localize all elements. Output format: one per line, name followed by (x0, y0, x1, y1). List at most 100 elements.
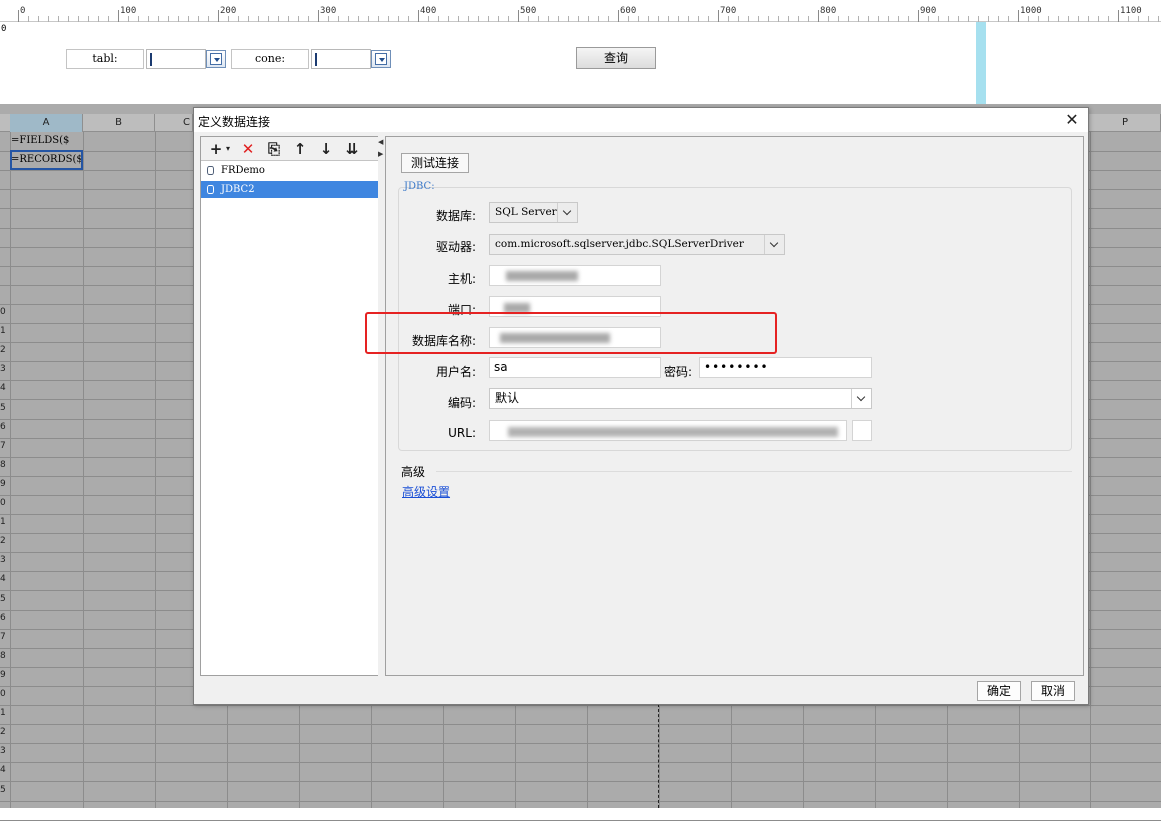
grid-row-line (0, 705, 1161, 706)
grid-row-line (0, 724, 1161, 726)
vertical-ruler: 0 (0, 22, 12, 104)
ruler-tick (718, 10, 719, 22)
grid-column-line (155, 132, 156, 808)
ruler-label: 500 (520, 6, 537, 16)
vertical-ruler-label: 0 (1, 24, 7, 34)
page-break-line (658, 704, 659, 808)
ruler-tick (618, 10, 619, 22)
grid-row-line (0, 762, 1161, 764)
dialog-title-bar[interactable]: 定义数据连接 ✕ (194, 108, 1088, 132)
chevron-down-icon (764, 235, 784, 254)
parameter-pane-right (986, 22, 1161, 104)
ruler-tick (418, 10, 419, 22)
delete-icon[interactable]: ✕ (237, 139, 259, 159)
connection-list-panel: + ▾ ✕ ⎘ ↑ ↓ ⇊ FRDemo JDBC2 (200, 136, 384, 676)
connection-item-jdbc2[interactable]: JDBC2 (201, 181, 378, 198)
row-number: 2 (0, 345, 6, 356)
ruler-label: 700 (720, 6, 737, 16)
row-number: 7 (0, 631, 6, 642)
chevron-down-icon[interactable]: ▾ (217, 139, 239, 159)
driver-select-value: com.microsoft.sqlserver.jdbc.SQLServerDr… (495, 238, 744, 250)
ruler-label: 200 (220, 6, 237, 16)
ruler-tick (118, 10, 119, 22)
database-label: 数据库: (435, 209, 476, 223)
ruler-tick (918, 10, 919, 22)
row-number: 0 (0, 689, 6, 699)
row-number: 9 (0, 669, 6, 680)
chevron-down-icon (851, 389, 871, 408)
grid-column-line (83, 132, 84, 808)
connection-detail-panel: 测试连接 JDBC: 数据库: SQL Server 驱动器: com.micr… (385, 136, 1084, 676)
ok-button[interactable]: 确定 (977, 681, 1021, 701)
chevron-down-icon (557, 203, 577, 222)
sort-icon[interactable]: ⇊ (341, 139, 363, 159)
ruler-label: 100 (120, 6, 137, 16)
collapse-left-icon[interactable]: ◀ (378, 138, 383, 146)
connection-item-frdemo[interactable]: FRDemo (201, 162, 378, 179)
parameter-pane-boundary[interactable] (976, 22, 986, 104)
row-number: 1 (0, 708, 6, 719)
row-number: 8 (0, 459, 6, 470)
panel-splitter[interactable]: ◀ ▶ (378, 136, 384, 676)
column-header-c[interactable]: C (155, 114, 193, 132)
password-input[interactable]: •••••••• (699, 357, 872, 378)
row-number: 5 (0, 784, 6, 795)
advanced-separator (436, 471, 1072, 472)
row-number: 4 (0, 574, 6, 585)
grid-row-line (0, 819, 1161, 821)
chevron-down-icon (375, 53, 387, 65)
advanced-settings-link[interactable]: 高级设置 (402, 483, 450, 500)
param-cone-dropdown-button[interactable] (371, 50, 391, 68)
test-connection-button[interactable]: 测试连接 (401, 153, 469, 173)
row-number: 8 (0, 650, 6, 661)
encoding-label: 编码: (447, 396, 476, 410)
query-button[interactable]: 查询 (576, 47, 656, 69)
column-header-p[interactable]: P (1090, 114, 1161, 132)
row-number: 3 (0, 555, 6, 566)
ruler-label: 1000 (1020, 6, 1042, 16)
cancel-button[interactable]: 取消 (1031, 681, 1075, 701)
move-up-icon[interactable]: ↑ (289, 139, 311, 159)
selected-cell-outline (10, 150, 83, 170)
url-label: URL: (448, 426, 476, 440)
grid-row-line (0, 743, 1161, 745)
ruler-label: 1100 (1120, 6, 1142, 16)
database-icon (207, 185, 214, 194)
host-input[interactable] (489, 265, 661, 286)
cell-a1[interactable]: =FIELDS($ (11, 135, 69, 146)
column-header-b[interactable]: B (83, 114, 155, 132)
ruler-tick (1018, 10, 1019, 22)
encoding-select[interactable]: 默认 (489, 388, 872, 409)
row-number: 0 (0, 498, 6, 508)
annotation-highlight-box (365, 312, 777, 354)
column-header-a[interactable]: A (10, 114, 83, 132)
row-number: 4 (0, 383, 6, 394)
database-select[interactable]: SQL Server (489, 202, 578, 223)
param-tabl-label: tabl: (66, 49, 144, 69)
row-number: 6 (0, 421, 6, 432)
host-label: 主机: (447, 272, 476, 286)
row-number: 0 (0, 307, 6, 317)
driver-select[interactable]: com.microsoft.sqlserver.jdbc.SQLServerDr… (489, 234, 785, 255)
close-icon[interactable]: ✕ (1062, 110, 1082, 130)
url-input[interactable] (489, 420, 847, 441)
row-number: 3 (0, 364, 6, 375)
ruler-label: 0 (20, 6, 26, 16)
connection-name: JDBC2 (221, 184, 255, 195)
row-number: 4 (0, 765, 6, 776)
ruler-label: 900 (920, 6, 937, 16)
grid-row-line (0, 781, 1161, 783)
move-down-icon[interactable]: ↓ (315, 139, 337, 159)
url-edit-button[interactable] (852, 420, 872, 441)
expand-right-icon[interactable]: ▶ (378, 150, 383, 158)
ruler-tick (518, 10, 519, 22)
parameter-pane: tabl: cone: 查询 (12, 22, 976, 104)
grid-row-line (0, 800, 1161, 802)
param-cone-input[interactable] (311, 49, 371, 69)
copy-icon[interactable]: ⎘ (263, 139, 285, 159)
param-tabl-dropdown-button[interactable] (206, 50, 226, 68)
row-number: 6 (0, 612, 6, 623)
jdbc-group-legend: JDBC: (404, 181, 435, 192)
username-label: 用户名: (435, 365, 476, 379)
param-tabl-input[interactable] (146, 49, 206, 69)
